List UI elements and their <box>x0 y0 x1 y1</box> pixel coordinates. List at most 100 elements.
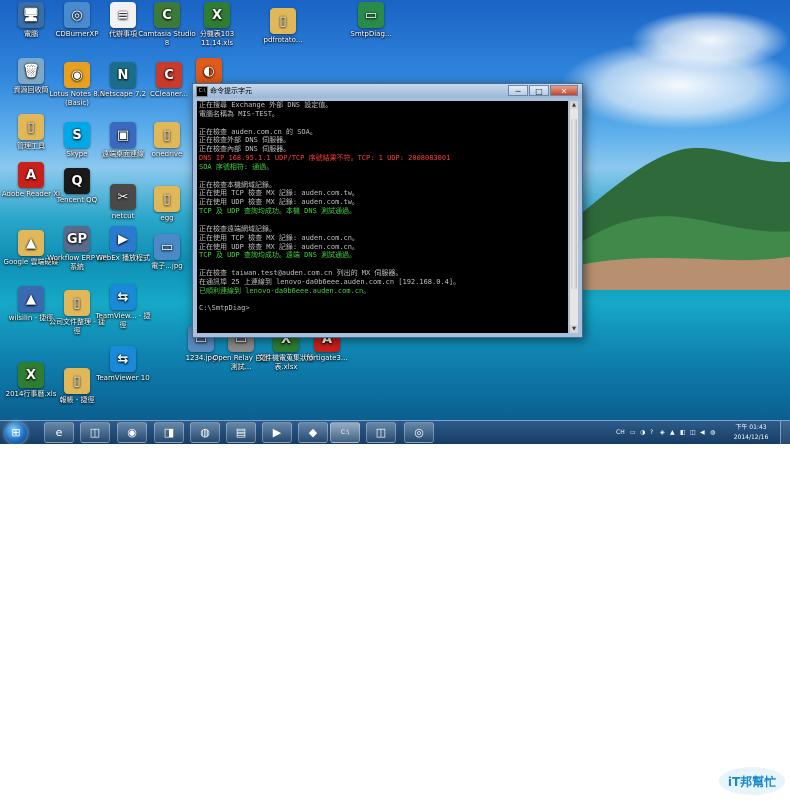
console-line: 電腦名稱為 MIS-TEST。 <box>199 109 279 118</box>
console-line: SOA 序號相符: 通過。 <box>199 162 274 171</box>
taskbar-button[interactable]: ◍ <box>190 422 220 443</box>
tray-icon[interactable]: ◍ <box>710 421 715 444</box>
desktop-icon[interactable]: ⇆ TeamView... - 捷徑 <box>92 284 154 330</box>
desktop-icon[interactable]: ▭ SmtpDiag... <box>340 2 402 39</box>
console-line: 正在搜尋 Exchange 外部 DNS 設定值。 <box>199 101 333 109</box>
desktop-icon-image: X <box>18 362 44 388</box>
desktop-icon[interactable]: ▯ onedrive <box>136 122 198 159</box>
taskbar: ⊞ e ◫ ◉ ◨ ◍ ▤ ▶ ◆ C:\ ◫ ◎ CH ▭ ◑? ◈ ▲ ◧ ◫ ◀ ◍ 下午 01:43 20… <box>0 420 790 444</box>
tray-icon[interactable]: ▭ <box>630 421 636 444</box>
console-line: TCP 及 UDP 查詢均成功。本機 DNS 測試通過。 <box>199 207 357 216</box>
taskbar-button[interactable]: e <box>44 422 74 443</box>
desktop-icon-image: ▭ <box>154 234 180 260</box>
desktop-icon-image: C <box>154 2 180 28</box>
island-mountain <box>560 147 790 290</box>
start-button[interactable]: ⊞ <box>5 422 27 444</box>
screenshot: 🖥 電腦 ◎ CDBurnerXP ≡ 代辦事項 C Camtasia Studio 8 X 分機… <box>0 0 790 444</box>
taskbar-button[interactable]: ◆ <box>298 422 328 443</box>
console-line: DNS IP 168.95.1.1 UDP/TCP 序號結果不符。TCP: 1 … <box>199 154 451 163</box>
window-title: 命令提示字元 <box>210 87 252 95</box>
desktop-icon-label: SmtpDiag... <box>350 30 392 38</box>
taskbar-button[interactable]: ◨ <box>154 422 184 443</box>
desktop-icon-image: ◎ <box>64 2 90 28</box>
desktop-icon-image: ≡ <box>110 2 136 28</box>
vertical-scrollbar[interactable]: ▲ ▼ <box>569 101 578 333</box>
desktop-icon-label: onedrive <box>151 150 183 158</box>
console-line: 在通訊埠 25 上連線到 lenovo-da0b6eee.auden.com.c… <box>199 277 461 286</box>
watermark-text: iT邦幫忙 <box>728 774 776 789</box>
maximize-button[interactable]: □ <box>529 85 549 96</box>
desktop-icon-image: ▯ <box>154 186 180 212</box>
desktop-icon-image: N <box>110 62 136 88</box>
desktop-icon-label: TeamViewer 10 <box>96 374 150 382</box>
clock[interactable]: 下午 01:43 2014/12/16 <box>726 423 776 443</box>
desktop-icon-image: 🖥 <box>18 2 44 28</box>
desktop-icon-label: TeamView... - 捷徑 <box>95 312 151 329</box>
desktop-icon-image: ◐ <box>196 58 222 84</box>
desktop-icon-image: ▯ <box>64 368 90 394</box>
taskbar-button[interactable]: ▤ <box>226 422 256 443</box>
scroll-down-icon[interactable]: ▼ <box>570 325 578 333</box>
desktop-icon-image: ▶ <box>110 226 136 252</box>
desktop-icon-image: ⇆ <box>110 346 136 372</box>
console-line: C:\SmtpDiag> <box>199 304 250 313</box>
scroll-up-icon[interactable]: ▲ <box>570 101 578 109</box>
language-indicator[interactable]: CH <box>616 421 625 444</box>
desktop-icon-label: 電子...jpg <box>151 262 183 270</box>
console-line: 正在檢查 taiwan.test@auden.com.cn 列出的 MX 伺服器… <box>199 269 403 278</box>
show-desktop-button[interactable] <box>780 421 790 444</box>
tray-icon[interactable]: ◈ <box>660 421 665 444</box>
tray-icon[interactable]: ◀ <box>700 421 705 444</box>
desktop-icon-label: pdfrotato... <box>263 36 303 44</box>
desktop-icon-image: ◉ <box>64 62 90 88</box>
minimize-button[interactable]: ─ <box>508 85 528 96</box>
taskbar-button[interactable]: C:\ <box>330 422 360 443</box>
desktop-icon[interactable]: X 分機表103 11.14.xls <box>186 2 248 48</box>
console-line: 正在檢查外部 DNS 伺服器。 <box>199 136 291 145</box>
desktop-icon-image: 🗑 <box>18 58 44 84</box>
taskbar-button[interactable]: ◫ <box>366 422 396 443</box>
clock-time: 下午 01:43 <box>735 424 767 431</box>
tray-icon[interactable]: ▲ <box>670 421 675 444</box>
console-line: 正在檢查遠端網域記錄。 <box>199 224 276 233</box>
taskbar-button[interactable]: ◫ <box>80 422 110 443</box>
tray-icon[interactable]: ◑ <box>640 421 645 444</box>
desktop-icon-image: ▭ <box>358 2 384 28</box>
desktop-icon-label: 報帳 - 捷徑 <box>59 396 95 404</box>
desktop-icon[interactable]: ⇆ TeamViewer 10 <box>92 346 154 383</box>
desktop-icon-image: ⇆ <box>110 284 136 310</box>
window-titlebar[interactable]: C:\ 命令提示字元 ─ □ ✕ <box>193 84 582 98</box>
desktop-icon-image: S <box>64 122 90 148</box>
desktop-icon-image: X <box>204 2 230 28</box>
command-prompt-window[interactable]: C:\ 命令提示字元 ─ □ ✕ 正在搜尋 Exchange 外部 DNS 設定… <box>192 83 583 338</box>
desktop-icon-image: ▲ <box>18 286 44 312</box>
console-output[interactable]: 正在搜尋 Exchange 外部 DNS 設定值。 電腦名稱為 MIS-TEST。… <box>197 101 568 333</box>
close-button[interactable]: ✕ <box>550 85 578 96</box>
tray-icon[interactable]: ◧ <box>680 421 686 444</box>
desktop: 🖥 電腦 ◎ CDBurnerXP ≡ 代辦事項 C Camtasia Studio 8 X 分機… <box>0 0 790 420</box>
taskbar-button[interactable]: ◉ <box>117 422 147 443</box>
desktop-icon-label: fortigate3... <box>306 354 348 362</box>
desktop-icon-label: 分機表103 11.14.xls <box>199 30 235 47</box>
desktop-icon[interactable]: ▯ egg <box>136 186 198 223</box>
desktop-icon[interactable]: ▯ pdfrotato... <box>252 8 314 45</box>
desktop-icon[interactable]: ▭ 電子...jpg <box>136 234 198 271</box>
desktop-icon-image: GP <box>64 226 90 252</box>
tray-icon[interactable]: ◫ <box>690 421 696 444</box>
desktop-icon-image: ▯ <box>154 122 180 148</box>
taskbar-button[interactable]: ◎ <box>404 422 434 443</box>
scroll-thumb[interactable] <box>571 119 577 289</box>
desktop-icon-image: ▯ <box>64 290 90 316</box>
tray-icon[interactable]: ? <box>650 421 653 444</box>
desktop-icon-image: ▣ <box>110 122 136 148</box>
desktop-icon-image: ▯ <box>270 8 296 34</box>
console-line: 正在使用 TCP 檢查 MX 記錄: auden.com.cn。 <box>199 233 359 242</box>
taskbar-button[interactable]: ▶ <box>262 422 292 443</box>
console-line: 正在使用 UDP 檢查 MX 記錄: auden.com.cn。 <box>199 242 359 251</box>
desktop-icon-image: A <box>18 162 44 188</box>
cmd-icon: C:\ <box>196 86 208 97</box>
